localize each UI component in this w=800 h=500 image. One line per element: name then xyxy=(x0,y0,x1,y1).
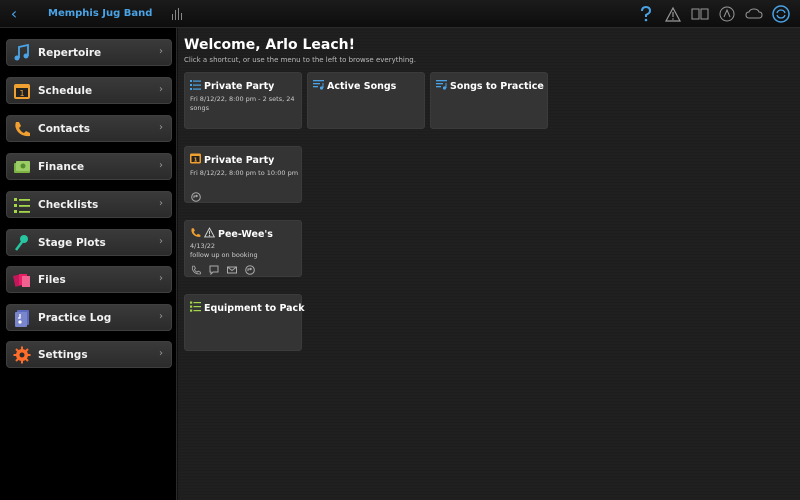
sidebar-item-label: Schedule xyxy=(38,85,93,97)
song-list-icon xyxy=(313,79,324,93)
sidebar-item-label: Practice Log xyxy=(38,312,112,324)
sidebar-item-schedule[interactable]: 1 Schedule › xyxy=(6,77,172,104)
card-detail: Fri 8/12/22, 8:00 pm to 10:00 pm xyxy=(190,169,299,177)
sidebar-item-label: Contacts xyxy=(38,123,90,135)
chevron-right-icon: › xyxy=(159,273,163,284)
sidebar-item-stage-plots[interactable]: Stage Plots › xyxy=(6,229,172,256)
sidebar-item-practice-log[interactable]: Practice Log › xyxy=(6,304,172,331)
card-title: Songs to Practice xyxy=(450,80,544,92)
sidebar-item-label: Checklists xyxy=(38,199,99,211)
chevron-right-icon: › xyxy=(159,311,163,322)
book-icon[interactable] xyxy=(691,5,709,23)
sidebar-item-checklists[interactable]: Checklists › xyxy=(6,191,172,218)
toolbar-icons xyxy=(637,5,790,23)
card-title: Private Party xyxy=(204,80,275,92)
card-actions xyxy=(190,191,201,202)
shortcut-card-songs-to-practice[interactable]: Songs to Practice xyxy=(430,72,548,129)
chevron-right-icon: › xyxy=(159,236,163,247)
list-icon xyxy=(190,79,201,93)
checklist-icon xyxy=(190,301,201,315)
band-name[interactable]: Memphis Jug Band xyxy=(48,8,152,19)
sidebar-item-label: Repertoire xyxy=(38,47,102,59)
phone-icon xyxy=(13,120,31,138)
svg-text:1: 1 xyxy=(19,89,24,98)
directions-icon[interactable] xyxy=(244,264,255,275)
metronome-icon[interactable] xyxy=(718,5,736,23)
calendar-icon: 1 xyxy=(13,82,31,100)
card-title: Private Party xyxy=(204,154,275,166)
checklist-icon xyxy=(13,196,31,214)
directions-icon[interactable] xyxy=(190,191,201,202)
sidebar-item-settings[interactable]: Settings › xyxy=(6,341,172,368)
chevron-right-icon: › xyxy=(159,46,163,57)
calendar-icon: 1 xyxy=(190,153,201,167)
phone-icon xyxy=(190,227,201,241)
chevron-right-icon: › xyxy=(159,122,163,133)
sidebar-item-label: Finance xyxy=(38,161,85,173)
main-content: Welcome, Arlo Leach! Click a shortcut, o… xyxy=(178,28,800,500)
call-icon[interactable] xyxy=(190,264,201,275)
sidebar-item-repertoire[interactable]: Repertoire › xyxy=(6,39,172,66)
sidebar: Repertoire › 1 Schedule › Contacts › Fin… xyxy=(0,28,177,500)
page-subtitle: Click a shortcut, or use the menu to the… xyxy=(184,56,416,64)
sidebar-item-finance[interactable]: Finance › xyxy=(6,153,172,180)
card-date: 4/13/22 xyxy=(190,242,216,250)
song-list-icon xyxy=(436,79,447,93)
shortcut-card-equipment-to-pack[interactable]: Equipment to Pack xyxy=(184,294,305,351)
card-detail: Fri 8/12/22, 8:00 pm - 2 sets, 24 songs xyxy=(190,95,295,112)
sidebar-item-label: Settings xyxy=(38,349,88,361)
mail-icon[interactable] xyxy=(226,264,237,275)
chevron-right-icon: › xyxy=(159,198,163,209)
microphone-icon xyxy=(13,234,31,252)
music-note-icon xyxy=(13,43,31,62)
gear-icon xyxy=(13,346,31,364)
practice-log-icon xyxy=(13,309,31,327)
files-icon xyxy=(13,271,31,289)
chevron-right-icon: › xyxy=(159,348,163,359)
warning-icon xyxy=(203,227,216,241)
back-chevron-icon[interactable]: ‹ xyxy=(6,5,22,23)
shortcut-card-private-party-gig[interactable]: 1 Private Party Fri 8/12/22, 8:00 pm to … xyxy=(184,146,302,203)
shortcut-card-private-party-setlist[interactable]: Private Party Fri 8/12/22, 8:00 pm - 2 s… xyxy=(184,72,302,129)
sidebar-item-contacts[interactable]: Contacts › xyxy=(6,115,172,142)
message-icon[interactable] xyxy=(208,264,219,275)
sidebar-item-label: Stage Plots xyxy=(38,237,106,249)
card-title: Active Songs xyxy=(327,80,397,92)
page-title: Welcome, Arlo Leach! xyxy=(184,37,355,53)
help-icon[interactable] xyxy=(637,5,655,23)
warning-icon[interactable] xyxy=(664,5,682,23)
shortcut-card-pee-wees[interactable]: Pee-Wee's 4/13/22 follow up on booking xyxy=(184,220,302,277)
audio-wave-icon[interactable] xyxy=(172,8,184,20)
chevron-right-icon: › xyxy=(159,160,163,171)
card-title: Pee-Wee's xyxy=(218,228,273,240)
card-actions xyxy=(190,264,255,275)
money-icon xyxy=(13,158,31,176)
shortcut-card-active-songs[interactable]: Active Songs xyxy=(307,72,425,129)
sidebar-item-files[interactable]: Files › xyxy=(6,266,172,293)
top-bar: ‹ Memphis Jug Band xyxy=(0,0,800,28)
sync-icon[interactable] xyxy=(772,5,790,23)
card-note: follow up on booking xyxy=(190,251,258,259)
cloud-icon[interactable] xyxy=(745,5,763,23)
card-title: Equipment to Pack xyxy=(204,302,305,314)
sidebar-item-label: Files xyxy=(38,274,66,286)
svg-text:1: 1 xyxy=(194,158,198,164)
chevron-right-icon: › xyxy=(159,84,163,95)
